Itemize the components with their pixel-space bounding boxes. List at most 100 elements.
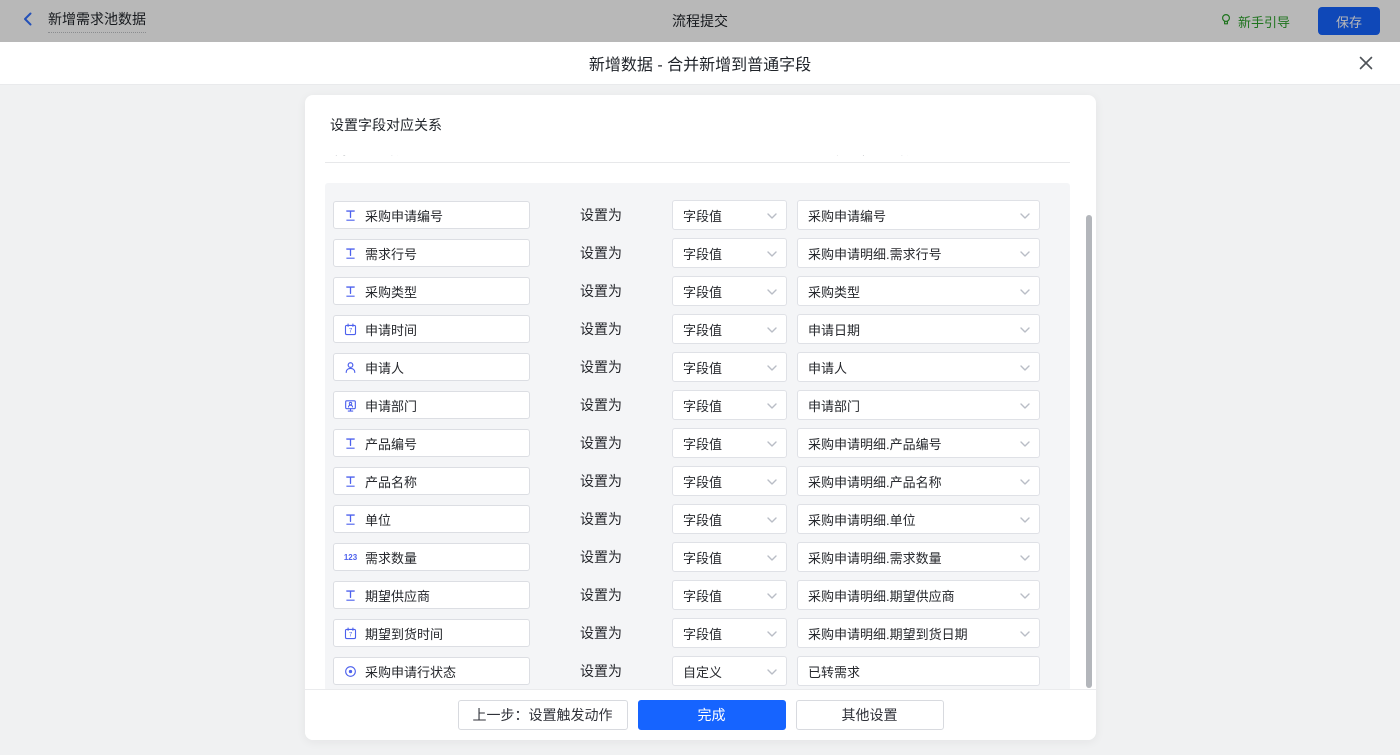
value-mode-text: 字段值 [683, 244, 722, 263]
source-field-label: 期望供应商 [365, 586, 430, 605]
custom-value-input[interactable]: 已转需求 [797, 656, 1040, 686]
source-field-chip[interactable]: 需求行号 [333, 239, 530, 267]
text-field-icon [343, 513, 358, 526]
value-mode-select[interactable]: 字段值 [672, 542, 787, 572]
source-field-chip[interactable]: 采购申请行状态 [333, 657, 530, 685]
other-settings-button[interactable]: 其他设置 [796, 700, 944, 730]
value-mode-select[interactable]: 字段值 [672, 390, 787, 420]
source-field-label: 期望到货时间 [365, 624, 443, 643]
source-field-label: 申请部门 [365, 396, 417, 415]
target-field-select[interactable]: 申请日期 [797, 314, 1040, 344]
source-field-chip[interactable]: 7 期望到货时间 [333, 619, 530, 647]
value-mode-select[interactable]: 字段值 [672, 580, 787, 610]
chevron-down-icon [767, 398, 777, 413]
value-mode-text: 字段值 [683, 472, 722, 491]
value-mode-text: 自定义 [683, 662, 722, 681]
set-as-label: 设置为 [580, 205, 622, 225]
source-field-chip[interactable]: 期望供应商 [333, 581, 530, 609]
chevron-down-icon [1020, 360, 1030, 375]
value-mode-select[interactable]: 自定义 [672, 656, 787, 686]
page-title: 流程提交 [0, 11, 1400, 31]
target-field-text: 采购申请明细.需求数量 [808, 548, 942, 567]
set-as-label: 设置为 [580, 319, 622, 339]
chevron-down-icon [1020, 512, 1030, 527]
value-mode-select[interactable]: 字段值 [672, 428, 787, 458]
chevron-down-icon [767, 664, 777, 679]
chevron-down-icon [1020, 208, 1030, 223]
beginner-guide-label: 新手引导 [1238, 12, 1290, 31]
target-field-select[interactable]: 采购申请明细.期望到货日期 [797, 618, 1040, 648]
source-field-chip[interactable]: 申请人 [333, 353, 530, 381]
chevron-down-icon [1020, 398, 1030, 413]
value-mode-select[interactable]: 字段值 [672, 618, 787, 648]
text-field-icon [343, 589, 358, 602]
source-field-chip[interactable]: 采购类型 [333, 277, 530, 305]
radio-field-icon [343, 665, 358, 678]
source-field-label: 采购申请行状态 [365, 662, 456, 681]
previous-step-button[interactable]: 上一步：设置触发动作 [458, 700, 628, 730]
target-field-select[interactable]: 采购申请明细.产品名称 [797, 466, 1040, 496]
chevron-down-icon [767, 512, 777, 527]
source-field-chip[interactable]: 产品名称 [333, 467, 530, 495]
target-field-select[interactable]: 申请部门 [797, 390, 1040, 420]
beginner-guide-link[interactable]: 新手引导 [1219, 12, 1290, 31]
chevron-down-icon [767, 322, 777, 337]
set-as-label: 设置为 [580, 661, 622, 681]
card-title: 设置字段对应关系 [305, 95, 1096, 141]
svg-text:7: 7 [349, 328, 353, 334]
target-field-select[interactable]: 采购申请明细.需求数量 [797, 542, 1040, 572]
field-mapping-row: 需求行号设置为字段值采购申请明细.需求行号 [325, 234, 1070, 272]
value-mode-select[interactable]: 字段值 [672, 276, 787, 306]
chevron-down-icon [1020, 246, 1030, 261]
source-field-chip[interactable]: 产品编号 [333, 429, 530, 457]
target-field-select[interactable]: 采购申请明细.需求行号 [797, 238, 1040, 268]
set-as-label: 设置为 [580, 471, 622, 491]
value-mode-select[interactable]: 字段值 [672, 504, 787, 534]
card-footer: 上一步：设置触发动作 完成 其他设置 [305, 689, 1096, 740]
value-mode-select[interactable]: 字段值 [672, 466, 787, 496]
svg-text:7: 7 [349, 632, 353, 638]
value-mode-select[interactable]: 字段值 [672, 200, 787, 230]
target-field-text: 采购申请明细.需求行号 [808, 244, 942, 263]
source-field-label: 申请人 [365, 358, 404, 377]
value-mode-select[interactable]: 字段值 [672, 352, 787, 382]
set-as-label: 设置为 [580, 395, 622, 415]
target-field-text: 采购申请明细.单位 [808, 510, 916, 529]
chevron-down-icon [1020, 322, 1030, 337]
field-mapping-row: 采购类型设置为字段值采购类型 [325, 272, 1070, 310]
source-field-label: 需求行号 [365, 244, 417, 263]
chevron-down-icon [767, 360, 777, 375]
chevron-down-icon [1020, 284, 1030, 299]
target-field-select[interactable]: 采购类型 [797, 276, 1040, 306]
source-field-chip[interactable]: 单位 [333, 505, 530, 533]
chevron-down-icon [767, 246, 777, 261]
target-field-select[interactable]: 申请人 [797, 352, 1040, 382]
value-mode-select[interactable]: 字段值 [672, 238, 787, 268]
field-mapping-card: 设置字段对应关系 需求池字段 采购申请字段 采购申请编号设置为字段值采购申请编号… [305, 95, 1096, 740]
column-header-left: 需求池字段 [334, 155, 399, 159]
target-field-text: 采购类型 [808, 282, 860, 301]
target-field-text: 采购申请明细.产品编号 [808, 434, 942, 453]
text-field-icon [343, 285, 358, 298]
source-field-chip[interactable]: 7 申请时间 [333, 315, 530, 343]
close-icon[interactable] [1356, 53, 1376, 73]
save-button[interactable]: 保存 [1318, 7, 1380, 35]
target-field-select[interactable]: 采购申请明细.单位 [797, 504, 1040, 534]
source-field-chip[interactable]: 123需求数量 [333, 543, 530, 571]
target-field-select[interactable]: 采购申请明细.产品编号 [797, 428, 1040, 458]
value-mode-select[interactable]: 字段值 [672, 314, 787, 344]
finish-button[interactable]: 完成 [638, 700, 786, 730]
value-mode-text: 字段值 [683, 434, 722, 453]
vertical-scrollbar-thumb[interactable] [1086, 215, 1092, 688]
source-field-chip[interactable]: 采购申请编号 [333, 201, 530, 229]
value-mode-text: 字段值 [683, 206, 722, 225]
target-field-select[interactable]: 采购申请明细.期望供应商 [797, 580, 1040, 610]
target-field-select[interactable]: 采购申请编号 [797, 200, 1040, 230]
source-field-label: 申请时间 [365, 320, 417, 339]
text-field-icon [343, 209, 358, 222]
field-mapping-row: 单位 设置为 字段值 采购申请明细.单位 [325, 500, 1070, 538]
chevron-down-icon [767, 626, 777, 641]
source-field-chip[interactable]: 申请部门 [333, 391, 530, 419]
chevron-down-icon [1020, 626, 1030, 641]
set-as-label: 设置为 [580, 509, 622, 529]
